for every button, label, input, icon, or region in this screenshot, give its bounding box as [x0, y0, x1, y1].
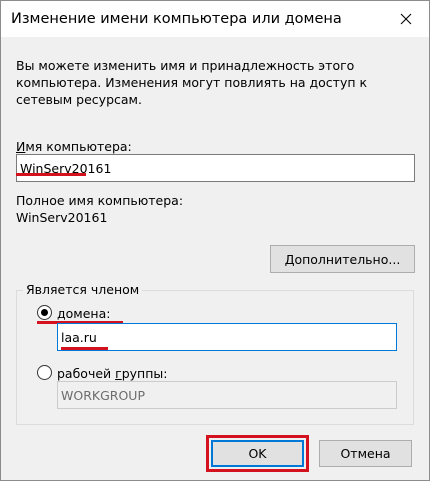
- computer-name-label: Имя компьютера:: [16, 139, 132, 154]
- workgroup-radio[interactable]: [37, 365, 52, 380]
- domain-value: laa.ru: [61, 329, 97, 345]
- domain-label-text: омена:: [65, 306, 111, 321]
- close-icon: [400, 13, 412, 25]
- highlight-computer-name: [16, 173, 86, 176]
- more-button-label: ополнительно...: [294, 251, 401, 267]
- workgroup-label-accel: г: [115, 366, 122, 381]
- more-button[interactable]: Дополнительно...: [270, 245, 415, 273]
- close-button[interactable]: [383, 1, 429, 37]
- domain-input[interactable]: laa.ru: [57, 323, 397, 351]
- more-button-accel: Д: [284, 251, 295, 267]
- computer-name-input[interactable]: WinServ20161: [16, 154, 415, 182]
- full-name-value: WinServ20161: [16, 210, 108, 225]
- domain-label-accel: д: [57, 306, 66, 321]
- description-text: Вы можете изменить имя и принадлежность …: [16, 58, 368, 107]
- computer-name-label-text: мя компьютера:: [25, 139, 132, 154]
- cancel-button[interactable]: Отмена: [319, 440, 412, 467]
- dialog-title: Изменение имени компьютера или домена: [11, 11, 342, 27]
- member-of-title: Является членом: [23, 282, 143, 297]
- domain-radio[interactable]: [37, 305, 52, 320]
- full-name-label: Полное имя компьютера:: [16, 193, 184, 208]
- highlight-domain-value: [61, 347, 108, 350]
- workgroup-value: WORKGROUP: [61, 387, 145, 403]
- domain-label[interactable]: домена:: [57, 306, 110, 321]
- radio-selected-dot: [41, 309, 48, 316]
- ok-button[interactable]: OK: [211, 440, 304, 467]
- dialog-window: Изменение имени компьютера или домена Вы…: [0, 0, 430, 481]
- workgroup-input: WORKGROUP: [57, 381, 397, 409]
- workgroup-label-text: руппы:: [121, 366, 168, 381]
- computer-name-label-accel: И: [16, 139, 26, 154]
- title-bar: Изменение имени компьютера или домена: [1, 1, 429, 37]
- workgroup-label-before: рабочей: [57, 366, 116, 381]
- workgroup-label[interactable]: рабочей группы:: [57, 366, 167, 381]
